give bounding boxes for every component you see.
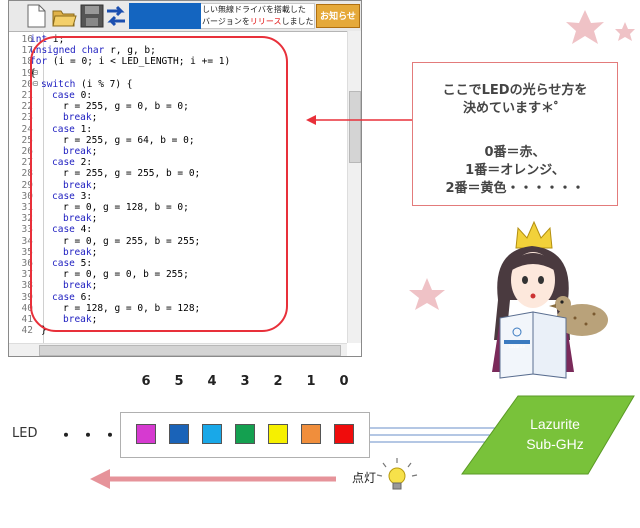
led-3 — [235, 424, 255, 444]
led-number: 1 — [306, 374, 316, 389]
led-6 — [136, 424, 156, 444]
callout-line-4: 1番＝オレンジ、 — [465, 163, 565, 178]
crown-icon — [515, 220, 553, 249]
led-number: 2 — [273, 374, 283, 389]
led-4 — [202, 424, 222, 444]
star-icon — [615, 22, 635, 41]
led-1 — [301, 424, 321, 444]
led-label: LED — [12, 426, 38, 441]
callout-arrowhead — [306, 115, 316, 125]
device-label: Lazurite Sub-GHz — [500, 414, 610, 454]
star-icon — [409, 278, 445, 310]
led-number: 6 — [141, 374, 151, 389]
light-bulb-icon — [376, 458, 418, 490]
led-ellipsis: ・・・ — [58, 426, 125, 445]
callout-line-2: 決めています＊゜ — [462, 101, 567, 116]
led-number: 0 — [339, 374, 349, 389]
lit-label: 点灯 — [352, 471, 377, 485]
led-0 — [334, 424, 354, 444]
device-name-line-1: Lazurite — [530, 416, 580, 432]
led-number: 5 — [174, 374, 184, 389]
device-name-line-2: Sub-GHz — [526, 436, 584, 452]
explanation-callout: ここでLEDの光らせ方を 決めています＊゜ 0番＝赤、 1番＝オレンジ、 2番＝… — [412, 62, 618, 206]
princess-character: Lazurite — [492, 220, 608, 379]
led-5 — [169, 424, 189, 444]
lighting-direction-arrowhead — [90, 469, 110, 489]
callout-line-3: 0番＝赤、 — [484, 145, 546, 160]
star-icon — [566, 10, 604, 44]
callout-line-1: ここでLEDの光らせ方を — [442, 83, 588, 98]
book-title: Lazurite — [509, 344, 526, 349]
led-number: 4 — [207, 374, 217, 389]
led-number: 3 — [240, 374, 250, 389]
callout-line-5: 2番＝黄色・・・・・・ — [445, 181, 585, 196]
led-2 — [268, 424, 288, 444]
